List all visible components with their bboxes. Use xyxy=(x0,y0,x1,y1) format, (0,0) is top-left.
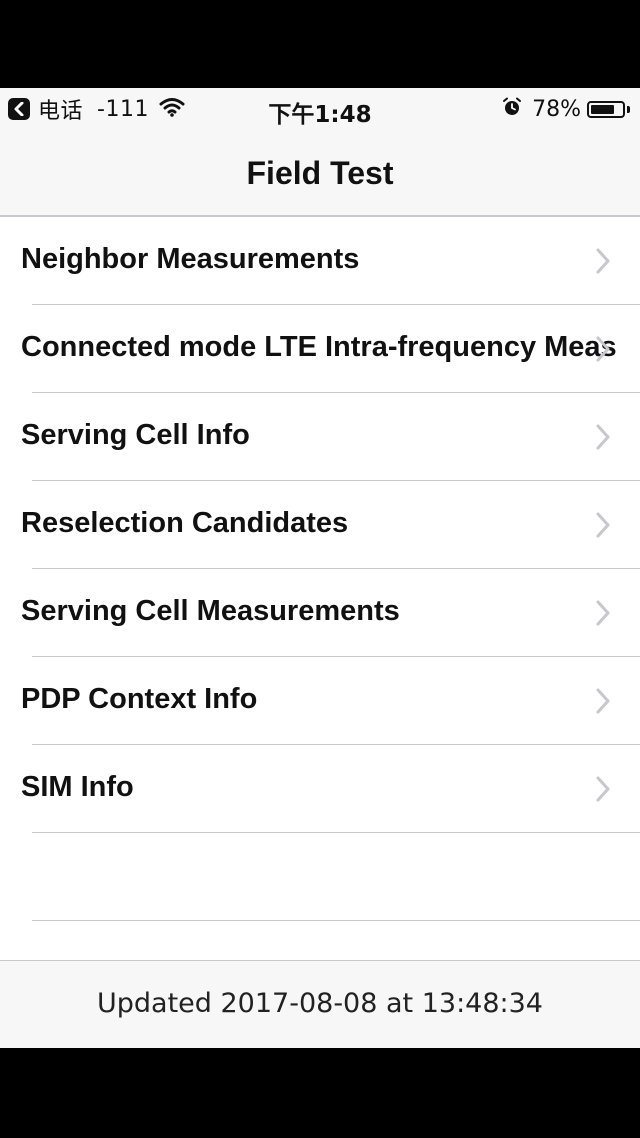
menu-row[interactable]: Connected mode LTE Intra-frequency Meas xyxy=(0,305,640,393)
status-bar: 电话 -111 下午1:48 78% xyxy=(0,88,640,130)
menu-row-label: Connected mode LTE Intra-frequency Meas xyxy=(21,331,617,363)
chevron-right-icon xyxy=(596,248,610,274)
menu-row[interactable]: Serving Cell Info xyxy=(0,393,640,481)
battery-level xyxy=(591,104,614,114)
chevron-right-icon xyxy=(596,776,610,802)
menu-row[interactable]: SIM Info xyxy=(0,745,640,833)
footer-bar: Updated 2017-08-08 at 13:48:34 xyxy=(0,960,640,1048)
battery-percent: 78% xyxy=(532,96,581,122)
letterbox-top xyxy=(0,0,640,88)
menu-row-label: Reselection Candidates xyxy=(21,507,349,539)
alarm-icon xyxy=(502,96,522,123)
menu-row[interactable]: Reselection Candidates xyxy=(0,481,640,569)
menu-row[interactable]: Serving Cell Measurements xyxy=(0,569,640,657)
menu-row-label: Neighbor Measurements xyxy=(21,243,360,275)
navigation-bar: Field Test xyxy=(0,130,640,217)
status-right: 78% xyxy=(502,95,630,123)
menu-row[interactable]: PDP Context Info xyxy=(0,657,640,745)
menu-row-label: Serving Cell Measurements xyxy=(21,595,400,627)
menu-row-label: SIM Info xyxy=(21,771,134,803)
menu-row xyxy=(0,833,640,921)
field-test-menu: Neighbor Measurements Connected mode LTE … xyxy=(0,217,640,921)
updated-timestamp: Updated 2017-08-08 at 13:48:34 xyxy=(97,988,543,1019)
chevron-right-icon xyxy=(596,336,610,362)
menu-row-label: PDP Context Info xyxy=(21,683,258,715)
chevron-right-icon xyxy=(596,600,610,626)
chevron-right-icon xyxy=(596,512,610,538)
menu-row-label: Serving Cell Info xyxy=(21,419,250,451)
page-title: Field Test xyxy=(246,155,394,191)
battery-icon xyxy=(587,100,625,118)
row-separator xyxy=(32,920,640,921)
chevron-right-icon xyxy=(596,688,610,714)
phone-screen: 电话 -111 下午1:48 78% Field Test Neighbor M… xyxy=(0,88,640,1048)
letterbox-bottom xyxy=(0,1048,640,1138)
chevron-right-icon xyxy=(596,424,610,450)
menu-row[interactable]: Neighbor Measurements xyxy=(0,217,640,305)
battery-cap xyxy=(627,105,630,113)
